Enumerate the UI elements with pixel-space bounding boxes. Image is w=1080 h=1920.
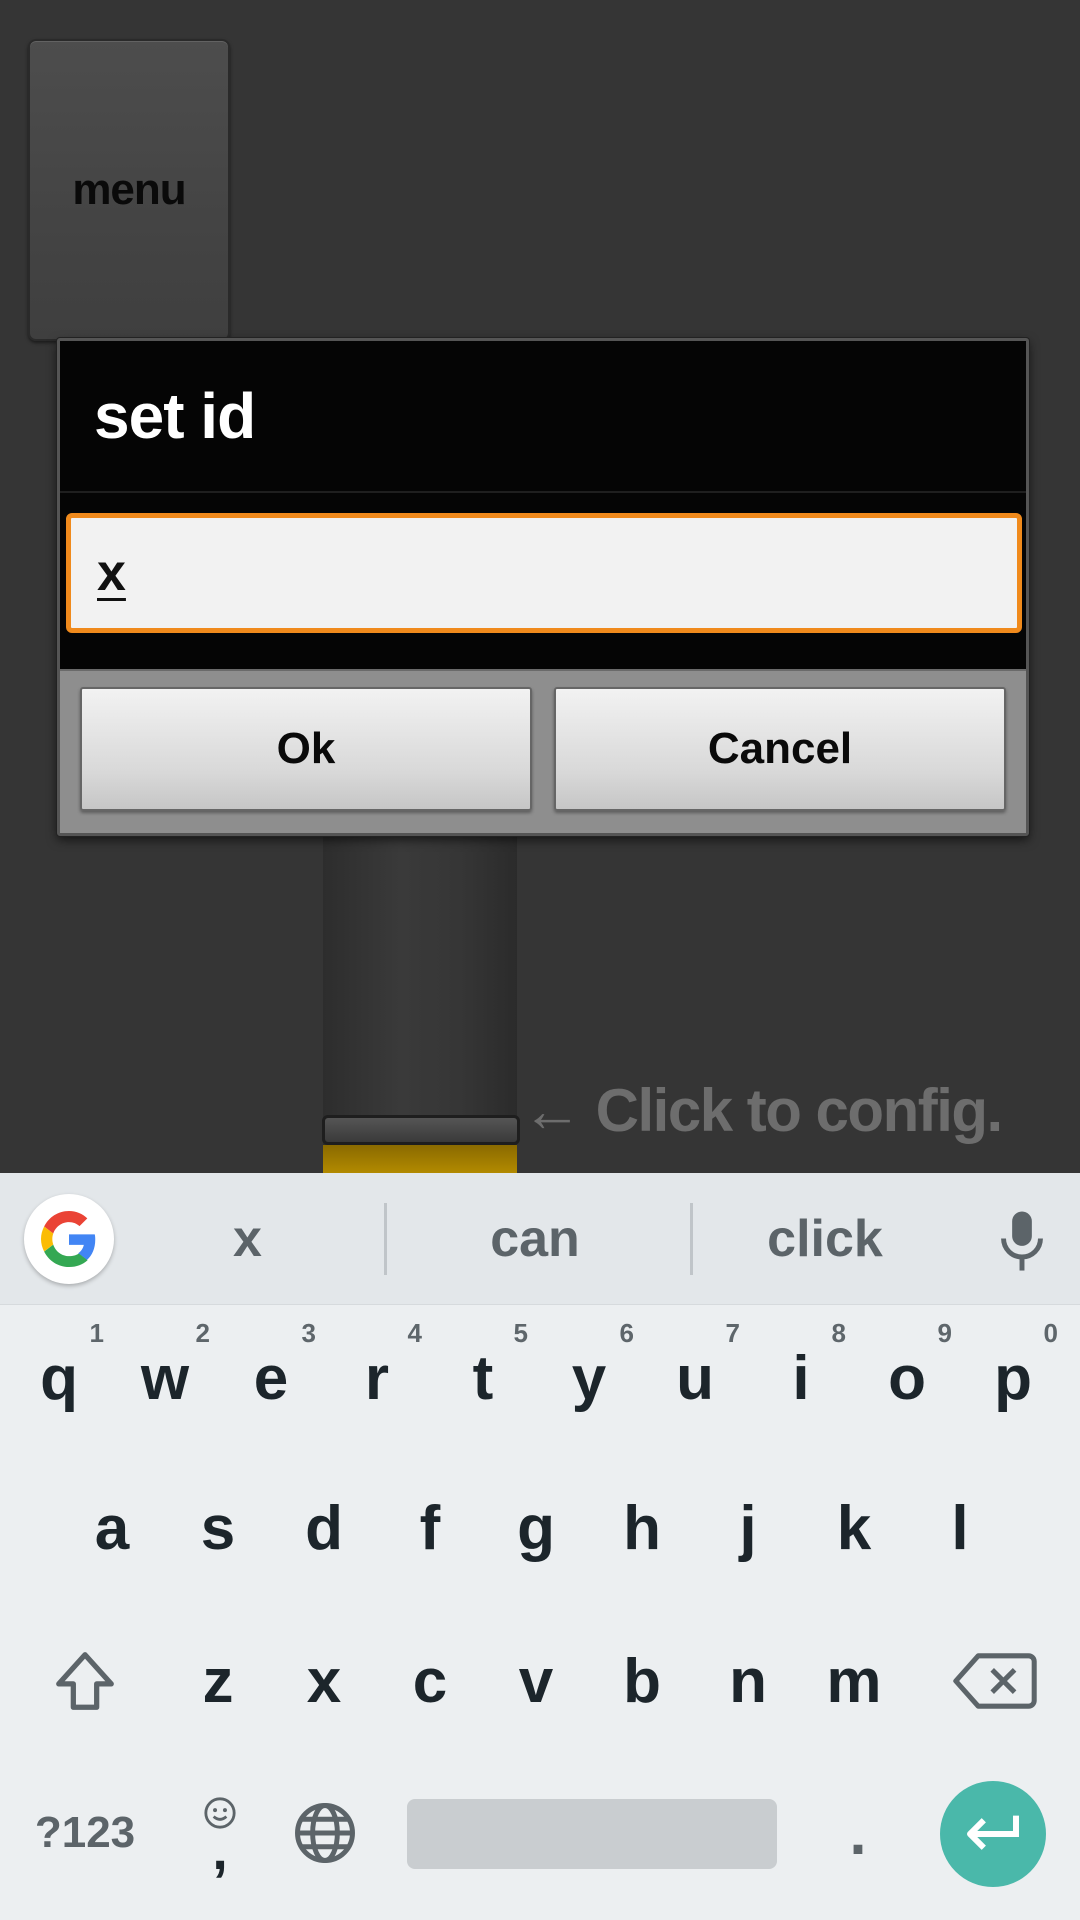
- key-w[interactable]: w2: [112, 1318, 218, 1438]
- enter-icon: [963, 1811, 1023, 1857]
- key-r[interactable]: r4: [324, 1318, 430, 1438]
- suggestion-1[interactable]: x: [130, 1173, 365, 1305]
- key-i[interactable]: i8: [748, 1318, 854, 1438]
- key-a[interactable]: a: [59, 1468, 165, 1588]
- ok-button[interactable]: Ok: [80, 687, 532, 811]
- key-j[interactable]: j: [695, 1468, 801, 1588]
- key-e[interactable]: e3: [218, 1318, 324, 1438]
- comma-key[interactable]: ,: [170, 1773, 270, 1893]
- suggestion-2[interactable]: can: [390, 1173, 680, 1305]
- key-o[interactable]: o9: [854, 1318, 960, 1438]
- key-f[interactable]: f: [377, 1468, 483, 1588]
- cancel-button[interactable]: Cancel: [554, 687, 1006, 811]
- key-m[interactable]: m: [801, 1621, 907, 1741]
- key-t[interactable]: t5: [430, 1318, 536, 1438]
- key-u[interactable]: u7: [642, 1318, 748, 1438]
- key-c[interactable]: c: [377, 1621, 483, 1741]
- globe-icon[interactable]: [275, 1773, 375, 1893]
- divider: [384, 1203, 387, 1275]
- key-v[interactable]: v: [483, 1621, 589, 1741]
- set-id-dialog: set id x Ok Cancel: [57, 338, 1029, 836]
- key-q[interactable]: q1: [6, 1318, 112, 1438]
- symbols-key[interactable]: ?123: [25, 1773, 145, 1893]
- menu-button[interactable]: menu: [28, 39, 230, 341]
- key-h[interactable]: h: [589, 1468, 695, 1588]
- suggestion-3[interactable]: click: [700, 1173, 950, 1305]
- divider: [690, 1203, 693, 1275]
- level-slider-handle[interactable]: [322, 1115, 520, 1145]
- key-z[interactable]: z: [165, 1621, 271, 1741]
- app-screen: menu ← Click to config. set id x Ok Canc…: [0, 0, 1080, 1175]
- id-input[interactable]: x: [66, 513, 1022, 633]
- google-icon[interactable]: [24, 1194, 114, 1284]
- space-key[interactable]: [407, 1799, 777, 1869]
- key-n[interactable]: n: [695, 1621, 801, 1741]
- key-g[interactable]: g: [483, 1468, 589, 1588]
- dialog-button-bar: Ok Cancel: [60, 669, 1026, 833]
- mic-icon[interactable]: [992, 1209, 1052, 1273]
- dialog-title: set id: [60, 341, 1026, 493]
- config-hint-text: ← Click to config.: [522, 1076, 1003, 1144]
- key-s[interactable]: s: [165, 1468, 271, 1588]
- key-b[interactable]: b: [589, 1621, 695, 1741]
- key-y[interactable]: y6: [536, 1318, 642, 1438]
- key-k[interactable]: k: [801, 1468, 907, 1588]
- backspace-icon[interactable]: [930, 1621, 1060, 1741]
- enter-key[interactable]: [940, 1781, 1046, 1887]
- suggestion-bar: x can click: [0, 1173, 1080, 1305]
- level-slider-fill: [323, 1145, 517, 1173]
- key-d[interactable]: d: [271, 1468, 377, 1588]
- period-key[interactable]: .: [808, 1773, 908, 1893]
- key-l[interactable]: l: [907, 1468, 1013, 1588]
- key-p[interactable]: p0: [960, 1318, 1066, 1438]
- id-input-value: x: [97, 544, 126, 602]
- key-x[interactable]: x: [271, 1621, 377, 1741]
- shift-icon[interactable]: [20, 1621, 150, 1741]
- soft-keyboard: x can click q1 w2 e3 r4 t5 y6 u7 i8 o9 p…: [0, 1173, 1080, 1920]
